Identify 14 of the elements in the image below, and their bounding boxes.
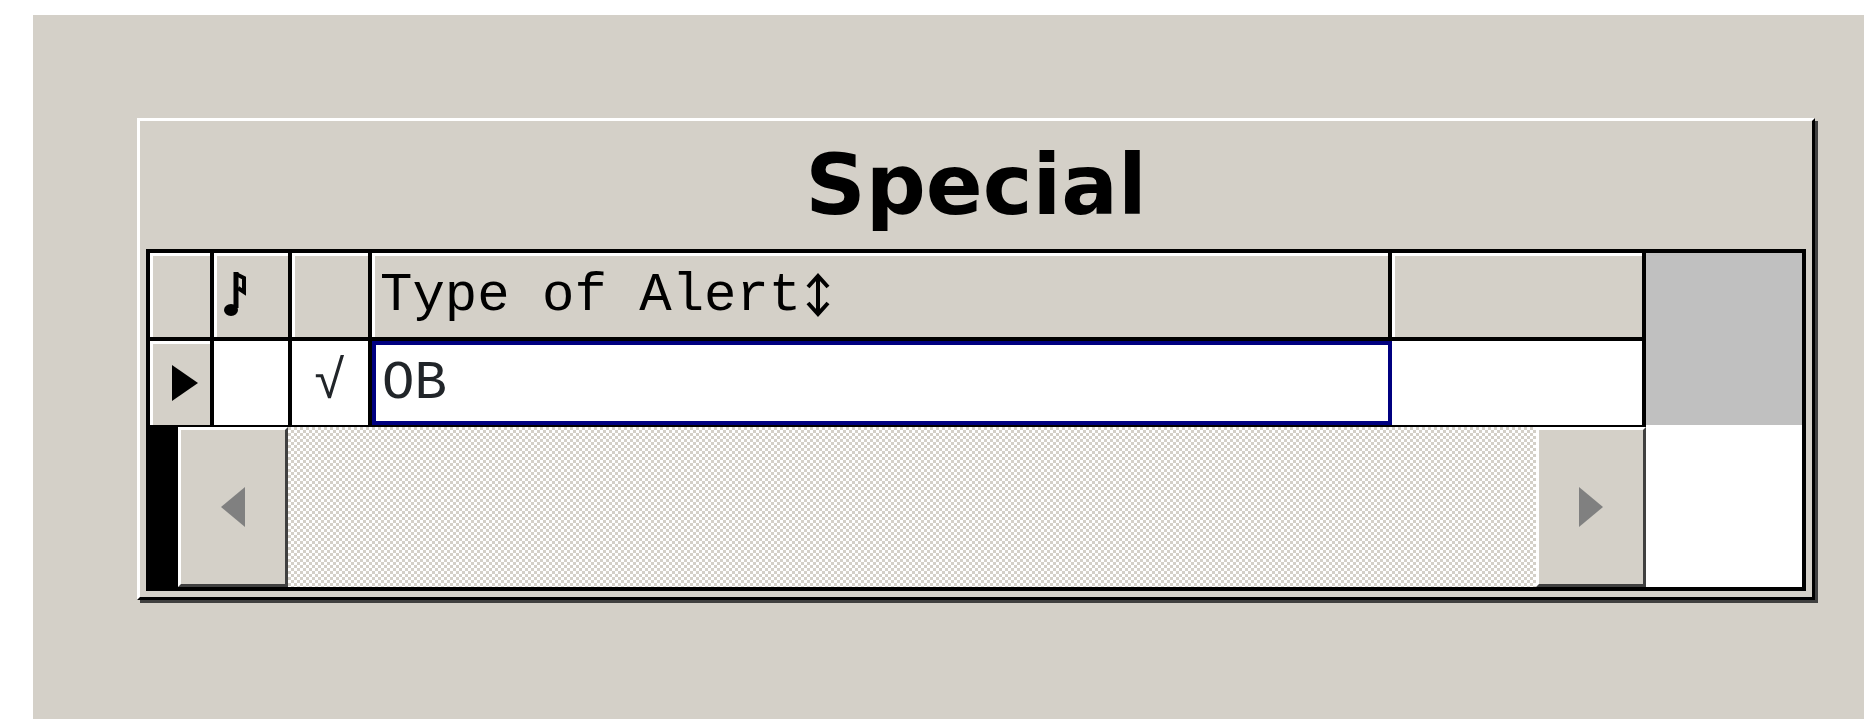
column-header[interactable]: Type of Alert	[372, 253, 832, 337]
check-mark: √	[313, 351, 347, 416]
row-selector[interactable]	[150, 341, 214, 425]
scroll-right-button[interactable]	[1536, 427, 1646, 587]
grid-title: Special	[804, 135, 1148, 236]
horizontal-scrollbar[interactable]	[150, 425, 1646, 587]
cell-field[interactable]: OB	[372, 341, 1392, 425]
right-arrow-icon	[1577, 485, 1605, 529]
left-arrow-icon	[219, 485, 247, 529]
scroll-left-button[interactable]	[178, 427, 288, 587]
header-cell[interactable]	[150, 253, 214, 341]
column-header[interactable]	[214, 253, 292, 341]
header-cell[interactable]	[292, 253, 372, 341]
header-cell[interactable]	[1392, 253, 1646, 341]
